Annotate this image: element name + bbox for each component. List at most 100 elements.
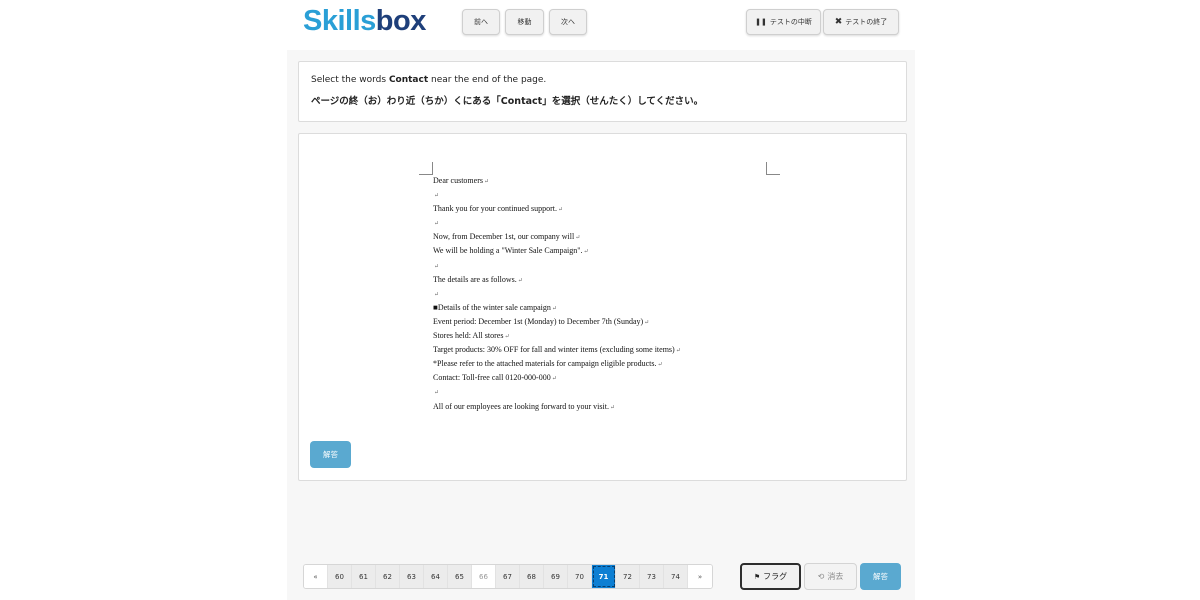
close-icon: ✖ <box>834 17 843 27</box>
document-line-text[interactable]: Stores held: All stores <box>433 331 503 340</box>
document-line-text[interactable]: Target products: 30% OFF for fall and wi… <box>433 345 675 354</box>
document-line-text[interactable]: Dear customers <box>433 176 483 185</box>
pause-test-button[interactable]: ❚❚ テストの中断 <box>746 9 821 35</box>
paragraph-mark-icon: ↵ <box>504 334 510 341</box>
refresh-icon: ⟲ <box>817 572 825 581</box>
document-line[interactable]: Target products: 30% OFF for fall and wi… <box>433 343 681 357</box>
document-line[interactable]: The details are as follows.↵ <box>433 273 681 287</box>
flag-icon: ⚑ <box>753 572 761 581</box>
page-button[interactable]: 66 <box>472 565 496 588</box>
question-instruction-ja: ページの終（お）わり近（ちか）くにある「Contact」を選択（せんたく）してく… <box>311 96 704 107</box>
paragraph-mark-icon: ↵ <box>575 235 581 242</box>
page-button[interactable]: 69 <box>544 565 568 588</box>
question-keyword: Contact <box>388 75 429 85</box>
document-line-text[interactable]: *Please refer to the attached materials … <box>433 359 656 368</box>
page-button[interactable]: 73 <box>640 565 664 588</box>
flag-button-label: フラグ <box>763 572 788 581</box>
document-line[interactable]: Thank you for your continued support.↵ <box>433 202 681 216</box>
document-line[interactable]: Now, from December 1st, our company will… <box>433 230 681 244</box>
document-line[interactable]: ↵ <box>433 188 681 202</box>
footer-answer-button[interactable]: 解答 <box>860 563 901 590</box>
page-button[interactable]: 65 <box>448 565 472 588</box>
document-line[interactable]: Event period: December 1st (Monday) to D… <box>433 315 681 329</box>
paragraph-mark-icon: ↵ <box>557 207 564 214</box>
pagination-last-button[interactable]: » <box>688 565 712 588</box>
move-button-label: 移動 <box>517 18 532 26</box>
page-button[interactable]: 61 <box>352 565 376 588</box>
paragraph-mark-icon: ↵ <box>434 221 440 228</box>
logo-text-box: box <box>375 5 427 37</box>
prev-button-label: 前へ <box>474 18 488 26</box>
document-line[interactable]: Dear customers↵ <box>433 174 681 188</box>
question-card: Select the words Contact near the end of… <box>298 61 907 122</box>
document-body: Dear customers↵ ↵ Thank you for your conti… <box>433 174 681 414</box>
end-test-button[interactable]: ✖ テストの終了 <box>823 9 899 35</box>
document-line[interactable]: Contact: Toll-free call 0120-000-000↵ <box>433 371 681 385</box>
page-button[interactable]: 68 <box>520 565 544 588</box>
clear-button-label: 消去 <box>827 572 844 581</box>
paragraph-mark-icon: ↵ <box>583 249 589 256</box>
pagination: «60 61 62 63 64 65 66 67 68 69 70 71 72 73 74» <box>303 564 713 589</box>
answer-button-label: 解答 <box>323 450 338 459</box>
paragraph-mark-icon: ↵ <box>517 277 523 284</box>
top-bar: Skillsbox 前へ 移動 次へ ❚❚ テストの中断 ✖ テストの終了 <box>287 0 915 50</box>
answer-button[interactable]: 解答 <box>310 441 351 468</box>
logo-text-skills: Skills <box>303 5 376 37</box>
page-button[interactable]: 62 <box>376 565 400 588</box>
page-button[interactable]: 70 <box>568 565 592 588</box>
paragraph-mark-icon: ↵ <box>483 179 490 185</box>
end-test-label: テストの終了 <box>845 18 888 26</box>
page-button[interactable]: 71 <box>592 565 616 588</box>
document-line-text[interactable]: Thank you for your continued support. <box>433 204 557 213</box>
flag-button[interactable]: ⚑ フラグ <box>740 563 801 590</box>
next-button[interactable]: 次へ <box>549 9 587 35</box>
document-line-text[interactable]: The details are as follows. <box>433 275 517 284</box>
document-line[interactable]: ■Details of the winter sale campaign↵ <box>433 301 681 315</box>
document-line[interactable]: All of our employees are looking forward… <box>433 400 681 414</box>
page-button[interactable]: 72 <box>616 565 640 588</box>
paragraph-mark-icon: ↵ <box>551 305 557 312</box>
document-line-text[interactable]: Now, from December 1st, our company will <box>433 232 574 241</box>
page-corner-mark-right <box>766 162 780 175</box>
document-line[interactable]: *Please refer to the attached materials … <box>433 357 681 371</box>
paragraph-mark-icon: ↵ <box>675 348 681 355</box>
paragraph-mark-icon: ↵ <box>434 390 440 397</box>
paragraph-mark-icon: ↵ <box>657 362 663 369</box>
paragraph-mark-icon: ↵ <box>644 319 650 326</box>
document-line-text[interactable]: We will be holding a "Winter Sale Campai… <box>433 246 583 255</box>
document-line-text[interactable]: All of our employees are looking forward… <box>433 402 609 411</box>
paragraph-mark-icon: ↵ <box>434 193 440 200</box>
document-line[interactable]: We will be holding a "Winter Sale Campai… <box>433 244 681 258</box>
document-line-text[interactable]: Event period: December 1st (Monday) to D… <box>433 317 643 326</box>
clear-button[interactable]: ⟲ 消去 <box>804 563 857 590</box>
document-line[interactable]: ↵ <box>433 287 681 301</box>
pause-icon: ❚❚ <box>755 18 767 26</box>
paragraph-mark-icon: ↵ <box>551 376 557 383</box>
pause-test-label: テストの中断 <box>769 18 812 26</box>
move-button[interactable]: 移動 <box>505 9 544 35</box>
page-button[interactable]: 63 <box>400 565 424 588</box>
paragraph-mark-icon: ↵ <box>434 291 440 298</box>
page-corner-mark-left <box>419 162 433 175</box>
test-app: Skillsbox 前へ 移動 次へ ❚❚ テストの中断 ✖ テストの終了 Se… <box>287 0 915 600</box>
page-button[interactable]: 64 <box>424 565 448 588</box>
footer-answer-label: 解答 <box>873 572 888 581</box>
question-prefix: Select the words <box>311 75 389 85</box>
prev-button[interactable]: 前へ <box>462 9 500 35</box>
document-line-text[interactable]: ■Details of the winter sale campaign <box>433 303 551 312</box>
question-suffix: near the end of the page. <box>428 75 547 85</box>
document-card: Dear customers↵ ↵ Thank you for your conti… <box>298 133 907 481</box>
document-line[interactable]: ↵ <box>433 216 681 230</box>
paragraph-mark-icon: ↵ <box>434 263 440 270</box>
page-button[interactable]: 67 <box>496 565 520 588</box>
document-line[interactable]: Stores held: All stores↵ <box>433 329 681 343</box>
paragraph-mark-icon: ↵ <box>609 404 615 411</box>
page-button[interactable]: 60 <box>328 565 352 588</box>
page-button[interactable]: 74 <box>664 565 688 588</box>
document-line-text[interactable]: Contact: Toll-free call 0120-000-000 <box>433 373 551 382</box>
document-line[interactable]: ↵ <box>433 259 681 273</box>
pagination-first-button[interactable]: « <box>304 565 328 588</box>
document-line[interactable]: ↵ <box>433 385 681 399</box>
next-button-label: 次へ <box>561 18 575 26</box>
skillsbox-logo: Skillsbox <box>303 4 426 38</box>
